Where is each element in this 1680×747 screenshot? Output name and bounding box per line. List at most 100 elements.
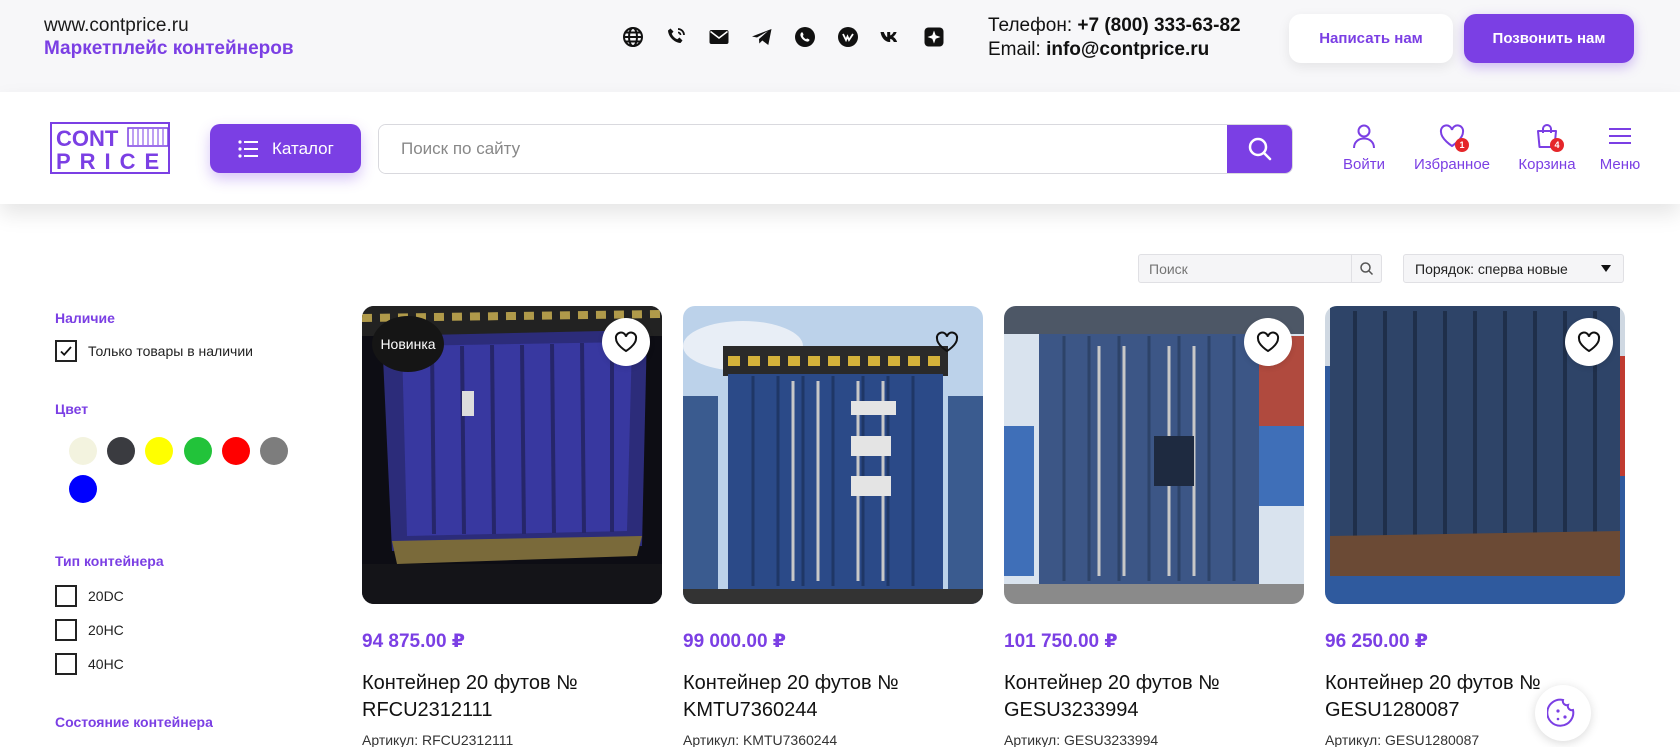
- product-name[interactable]: Контейнер 20 футов № GESU3233994: [1004, 670, 1304, 724]
- user-icon: [1353, 124, 1375, 149]
- product-name-code: GESU3233994: [1004, 699, 1139, 721]
- vk-icon[interactable]: [878, 24, 904, 50]
- product-image[interactable]: [683, 306, 983, 604]
- login-link[interactable]: Войти: [1335, 122, 1393, 173]
- globe-icon[interactable]: [620, 24, 646, 50]
- social-links: [620, 24, 947, 50]
- color-swatch[interactable]: [145, 437, 173, 465]
- cart-label: Корзина: [1518, 156, 1576, 173]
- product-price: 94 875.00 ₽: [362, 631, 466, 652]
- product-name[interactable]: Контейнер 20 футов № KMTU7360244: [683, 670, 983, 724]
- color-swatch[interactable]: [184, 437, 212, 465]
- checkbox-checked[interactable]: [55, 340, 77, 362]
- favorites-label: Избранное: [1413, 156, 1491, 173]
- write-us-button[interactable]: Написать нам: [1289, 14, 1453, 63]
- color-filter-title: Цвет: [55, 401, 89, 417]
- color-swatch[interactable]: [222, 437, 250, 465]
- product-name-code: RFCU2312111: [362, 699, 493, 721]
- logo-text-bottom: PRICE: [56, 149, 168, 174]
- color-swatch[interactable]: [260, 437, 288, 465]
- email-label: Email:: [988, 39, 1047, 60]
- heart-icon: [614, 331, 638, 353]
- color-swatch[interactable]: [69, 437, 97, 465]
- checkbox[interactable]: [55, 619, 77, 641]
- phone-icon[interactable]: [663, 24, 689, 50]
- product-image[interactable]: [1004, 306, 1304, 604]
- favorites-link[interactable]: 1 Избранное: [1397, 122, 1507, 173]
- catalog-search-button[interactable]: [1351, 255, 1381, 282]
- logo[interactable]: CONT PRICE: [50, 122, 172, 178]
- color-swatch[interactable]: [107, 437, 135, 465]
- type-checkbox-20hc[interactable]: 20HC: [55, 619, 124, 641]
- cart-link[interactable]: 4 Корзина: [1507, 122, 1587, 173]
- in-stock-checkbox[interactable]: Только товары в наличии: [55, 340, 253, 362]
- heart-icon: [935, 331, 959, 353]
- site-tagline: Маркетплейс контейнеров: [44, 38, 294, 59]
- caret-down-icon: [1601, 265, 1611, 272]
- menu-label: Меню: [1599, 156, 1641, 173]
- email-link[interactable]: info@contprice.ru: [1046, 39, 1209, 60]
- login-label: Войти: [1343, 156, 1385, 173]
- add-to-favorites-button[interactable]: [602, 318, 650, 366]
- cookie-icon: [1547, 698, 1575, 727]
- star-icon[interactable]: [921, 24, 947, 50]
- product-card[interactable]: 96 250.00 ₽ Контейнер 20 футов № GESU1280…: [1325, 306, 1625, 747]
- sort-select[interactable]: Порядок: сперва новые: [1403, 254, 1624, 283]
- product-card[interactable]: 101 750.00 ₽ Контейнер 20 футов № GESU323…: [1004, 306, 1304, 747]
- checkbox[interactable]: [55, 585, 77, 607]
- heart-icon: [1256, 331, 1280, 353]
- product-sku: Артикул: RFCU2312111: [362, 732, 514, 747]
- favorites-count-badge: 1: [1455, 138, 1469, 152]
- main-header: CONT PRICE Каталог Войти: [0, 92, 1680, 204]
- container-type-filter-title: Тип контейнера: [55, 553, 164, 569]
- product-name-line: Контейнер 20 футов №: [1004, 672, 1220, 694]
- search-icon: [1248, 137, 1271, 161]
- search-button[interactable]: [1227, 125, 1292, 173]
- hamburger-icon: [1609, 128, 1631, 144]
- product-card[interactable]: Новинка 94 875.00 ₽ Контейнер 20 футов №…: [362, 306, 662, 747]
- type-label: 20HC: [88, 622, 124, 638]
- product-price: 101 750.00 ₽: [1004, 631, 1118, 652]
- catalog-search-input[interactable]: [1139, 255, 1351, 282]
- phone-link[interactable]: +7 (800) 333-63-82: [1077, 15, 1240, 36]
- mail-icon[interactable]: [706, 24, 732, 50]
- catalog-label: Каталог: [272, 138, 334, 158]
- site-url[interactable]: www.contprice.ru: [44, 15, 189, 37]
- site-search-input[interactable]: [379, 125, 1229, 173]
- checkbox[interactable]: [55, 653, 77, 675]
- type-checkbox-20dc[interactable]: 20DC: [55, 585, 124, 607]
- header-actions: Войти 1 Избранное 4 Корзина Меню: [1335, 122, 1653, 173]
- call-us-button[interactable]: Позвонить нам: [1464, 14, 1634, 63]
- type-label: 40HC: [88, 656, 124, 672]
- cart-count-badge: 4: [1550, 138, 1564, 152]
- condition-filter-title: Состояние контейнера: [55, 714, 213, 730]
- catalog-button[interactable]: Каталог: [210, 124, 361, 173]
- contact-info: Телефон: +7 (800) 333-63-82 Email: info@…: [988, 14, 1241, 62]
- search-icon: [1360, 262, 1374, 276]
- top-bar: www.contprice.ru Маркетплейс контейнеров…: [0, 0, 1680, 92]
- product-name-code: KMTU7360244: [683, 699, 818, 721]
- product-name-line: Контейнер 20 футов №: [362, 672, 578, 694]
- product-card[interactable]: 99 000.00 ₽ Контейнер 20 футов № KMTU7360…: [683, 306, 983, 747]
- cookie-settings-button[interactable]: [1535, 685, 1591, 741]
- add-to-favorites-button[interactable]: [1565, 318, 1613, 366]
- menu-link[interactable]: Меню: [1587, 122, 1653, 173]
- availability-filter-title: Наличие: [55, 310, 115, 326]
- product-name-line: Контейнер 20 футов №: [683, 672, 899, 694]
- add-to-favorites-button[interactable]: [923, 318, 971, 366]
- whatsapp-icon[interactable]: [792, 24, 818, 50]
- telegram-icon[interactable]: [749, 24, 775, 50]
- type-checkbox-40hc[interactable]: 40HC: [55, 653, 124, 675]
- list-icon: [238, 139, 258, 158]
- checkmark-icon: [60, 346, 72, 357]
- add-to-favorites-button[interactable]: [1244, 318, 1292, 366]
- logo-text-top: CONT: [56, 126, 119, 151]
- product-image[interactable]: [1325, 306, 1625, 604]
- product-image[interactable]: Новинка: [362, 306, 662, 604]
- catalog-search: [1138, 254, 1382, 283]
- color-swatch[interactable]: [69, 475, 97, 503]
- product-sku: Артикул: KMTU7360244: [683, 732, 838, 747]
- site-search: [378, 124, 1293, 174]
- product-name[interactable]: Контейнер 20 футов № RFCU2312111: [362, 670, 662, 724]
- vk-video-icon[interactable]: [835, 24, 861, 50]
